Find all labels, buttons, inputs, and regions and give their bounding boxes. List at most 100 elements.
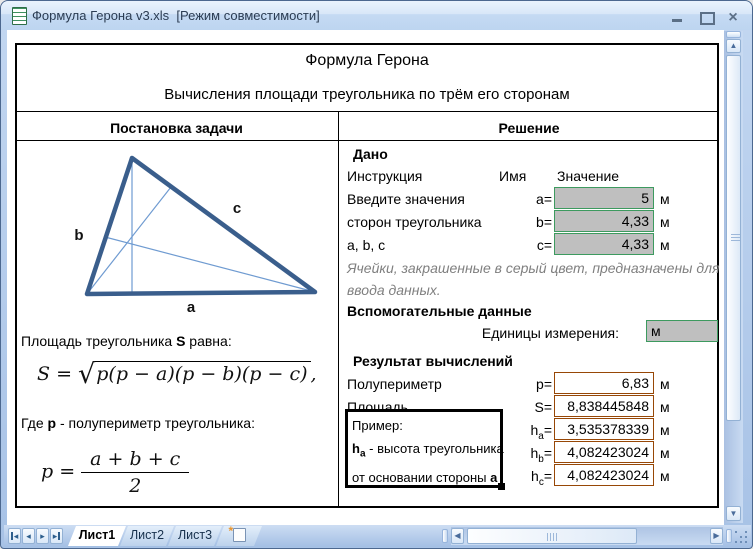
scroll-left-icon: ◀ xyxy=(454,531,460,540)
input-name-b: b= xyxy=(506,212,552,232)
tab-list3[interactable]: Лист3 xyxy=(168,526,222,546)
table-vline xyxy=(338,111,339,508)
result-unit: м xyxy=(660,397,670,417)
last-sheet-icon: ▸ xyxy=(53,530,58,543)
thumb-grip xyxy=(731,234,740,242)
input-name-c: c= xyxy=(506,235,552,255)
minimize-button[interactable] xyxy=(666,9,688,27)
scroll-down-icon: ▼ xyxy=(730,509,738,518)
last-sheet-bar xyxy=(58,532,60,540)
table-hline-1 xyxy=(15,111,719,112)
result-cell-hb[interactable]: 4,082423024 xyxy=(554,441,654,463)
insert-worksheet-tab[interactable]: * xyxy=(216,526,262,546)
result-cell-p[interactable]: 6,83 xyxy=(554,372,654,394)
example-text-box[interactable]: Пример: ha - высота треугольника от осно… xyxy=(345,409,503,488)
input-cell-a[interactable]: 5 xyxy=(554,187,654,209)
scroll-up-button[interactable]: ▲ xyxy=(726,39,741,53)
result-cell-ha[interactable]: 3,535378339 xyxy=(554,418,654,440)
first-sheet-bar xyxy=(11,532,13,540)
close-button[interactable]: × xyxy=(722,9,744,27)
sheet-tab-bar: ◂ ◂ ▸ ▸ Лист1 Лист2 Лист3 * ◀ ▶ xyxy=(4,525,751,547)
next-sheet-icon: ▸ xyxy=(40,530,45,543)
triangle-outline xyxy=(87,158,315,294)
table-hline-2 xyxy=(15,140,719,141)
gray-cells-note-line2: ввода данных. xyxy=(347,280,441,300)
result-label: Полупериметр xyxy=(347,374,442,394)
given-title: Дано xyxy=(353,144,388,164)
vertical-scrollbar[interactable]: ▲ ▼ xyxy=(724,31,743,523)
triangle-altitude-b xyxy=(105,237,315,292)
input-unit: м xyxy=(660,189,670,209)
results-title: Результат вычислений xyxy=(353,351,513,371)
units-label: Единицы измерения: xyxy=(401,323,619,343)
sheet-title: Формула Герона xyxy=(15,51,719,71)
example-line2: ha - высота треугольника xyxy=(352,437,496,466)
gray-cells-note-line1: Ячейки, закрашенные в серый цвет, предна… xyxy=(347,258,719,278)
triangle-label-a: a xyxy=(187,299,196,316)
result-cell-s[interactable]: 8,838445848 xyxy=(554,395,654,417)
triangle-label-b: b xyxy=(74,227,83,244)
last-sheet-button[interactable]: ▸ xyxy=(50,528,63,544)
radical-sign: √ xyxy=(78,359,95,390)
input-name-a: a= xyxy=(506,189,552,209)
minimize-icon xyxy=(672,19,682,22)
result-unit: м xyxy=(660,466,670,486)
input-instruction: a, b, c xyxy=(347,235,385,255)
prev-sheet-button[interactable]: ◂ xyxy=(22,528,35,544)
aux-title: Вспомогательные данные xyxy=(347,301,532,321)
input-unit: м xyxy=(660,212,670,232)
first-sheet-button[interactable]: ◂ xyxy=(8,528,21,544)
result-unit: м xyxy=(660,420,670,440)
input-cell-c[interactable]: 4,33 xyxy=(554,233,654,255)
sheet-subtitle: Вычисления площади треугольника по трём … xyxy=(15,85,719,105)
result-unit: м xyxy=(660,374,670,394)
horizontal-scrollbar[interactable]: ◀ ▶ xyxy=(451,527,723,545)
col-instruction: Инструкция xyxy=(347,166,422,186)
semiperimeter-formula: p = a + b + c2 xyxy=(41,448,189,497)
col-name: Имя xyxy=(499,166,526,186)
col-value: Значение xyxy=(557,166,619,186)
result-cell-hc[interactable]: 4,082423024 xyxy=(554,464,654,486)
scrollbar-split-handle[interactable] xyxy=(726,529,732,543)
excel-file-icon xyxy=(12,7,27,25)
insert-worksheet-icon: * xyxy=(233,528,246,542)
right-column-header: Решение xyxy=(339,118,719,138)
input-instruction: сторон треугольника xyxy=(347,212,482,232)
units-cell[interactable]: м xyxy=(646,320,718,342)
heron-formula: S = √p(p − a)(p − b)(p − c), xyxy=(37,363,317,385)
input-cell-b[interactable]: 4,33 xyxy=(554,210,654,232)
area-caption: Площадь треугольника S равна: xyxy=(21,331,232,351)
example-line3: от основании стороны a xyxy=(352,466,496,489)
input-instruction: Введите значения xyxy=(347,189,465,209)
scroll-down-button[interactable]: ▼ xyxy=(726,506,741,521)
workbook-window: Формула Герона v3.xls [Режим совместимос… xyxy=(0,0,753,549)
horizontal-scroll-thumb[interactable] xyxy=(467,528,637,544)
vertical-scroll-thumb[interactable] xyxy=(726,55,741,421)
prev-sheet-icon: ◂ xyxy=(26,530,31,543)
result-unit: м xyxy=(660,443,670,463)
scroll-left-button[interactable]: ◀ xyxy=(451,528,464,544)
tab-split-handle[interactable] xyxy=(442,529,448,543)
first-sheet-icon: ◂ xyxy=(14,530,19,543)
example-line1: Пример: xyxy=(352,414,496,437)
thumb-grip xyxy=(547,533,557,541)
triangle-drawing[interactable]: b c a xyxy=(19,147,334,319)
maximize-button[interactable] xyxy=(695,9,717,27)
triangle-label-c: c xyxy=(233,200,241,217)
maximize-icon xyxy=(700,12,715,25)
vertical-split-handle[interactable] xyxy=(726,31,741,38)
textbox-resize-handle[interactable] xyxy=(498,483,505,490)
next-sheet-button[interactable]: ▸ xyxy=(36,528,49,544)
window-resize-grip[interactable] xyxy=(735,531,737,533)
scroll-up-icon: ▲ xyxy=(730,41,738,50)
left-column-header: Постановка задачи xyxy=(15,118,338,138)
close-icon: × xyxy=(728,9,737,26)
tab-list1[interactable]: Лист1 xyxy=(68,526,126,546)
scroll-right-icon: ▶ xyxy=(713,531,719,540)
title-bar[interactable]: Формула Герона v3.xls [Режим совместимос… xyxy=(1,1,752,30)
input-unit: м xyxy=(660,235,670,255)
tab-list2[interactable]: Лист2 xyxy=(120,526,174,546)
window-title: Формула Герона v3.xls [Режим совместимос… xyxy=(32,8,320,23)
scroll-right-button[interactable]: ▶ xyxy=(710,528,723,544)
triangle-altitude-c xyxy=(87,187,171,294)
